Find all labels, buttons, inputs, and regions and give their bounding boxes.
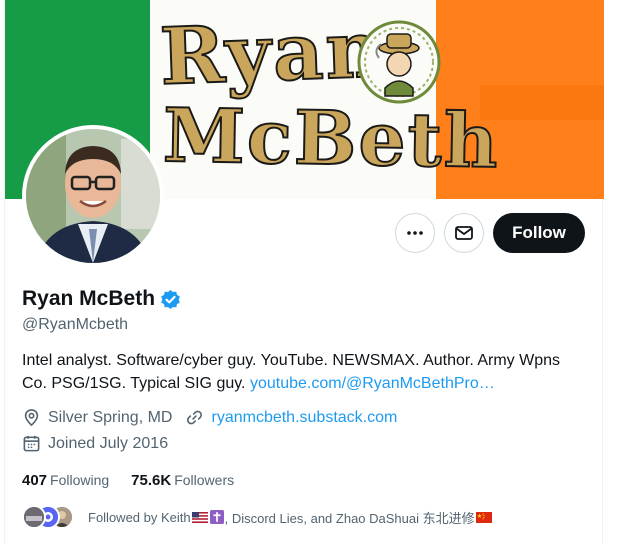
latin-cross-icon bbox=[209, 510, 224, 524]
following-label: Following bbox=[50, 472, 110, 488]
following-count: 407 bbox=[22, 472, 48, 489]
profile-stats: 407 Following 75.6K Followers bbox=[22, 472, 256, 489]
profile-joined-row: Joined July 2016 bbox=[22, 434, 168, 453]
verified-badge-icon[interactable] bbox=[160, 289, 181, 310]
display-name: Ryan McBeth bbox=[22, 287, 156, 310]
display-name-row: Ryan McBeth bbox=[22, 287, 181, 311]
profile-location: Silver Spring, MD bbox=[48, 408, 173, 426]
profile-card: Ryan McBeth Follow Ryan McBeth @RyanMcbe… bbox=[4, 0, 604, 544]
avatar-portrait-icon bbox=[26, 129, 160, 263]
profile-avatar[interactable] bbox=[22, 125, 164, 267]
followers-count: 75.6K bbox=[131, 472, 172, 489]
followed-by-row[interactable]: Followed by Keith , Discord Lies, and Zh… bbox=[22, 505, 493, 529]
profile-website-link[interactable]: ryanmcbeth.substack.com bbox=[211, 409, 397, 427]
profile-joined-date: Joined July 2016 bbox=[48, 434, 169, 452]
followers-link[interactable]: 75.6K Followers bbox=[131, 472, 234, 489]
china-flag-icon bbox=[475, 511, 492, 523]
bio-youtube-link[interactable]: youtube.com/@RyanMcBethPro… bbox=[250, 375, 495, 392]
followed-by-prefix: Followed by Keith bbox=[88, 509, 191, 525]
follow-button[interactable]: Follow bbox=[493, 213, 585, 253]
link-chain-icon bbox=[187, 410, 203, 425]
followed-by-rest: , Discord Lies, and Zhao DaShuai 东北进修 bbox=[224, 510, 475, 526]
website-group: ryanmcbeth.substack.com bbox=[185, 408, 397, 427]
us-flag-icon bbox=[191, 511, 208, 523]
message-button[interactable] bbox=[444, 213, 484, 253]
banner-logo-mcbeth: McBeth bbox=[161, 92, 501, 186]
mutual-followers-avatars bbox=[22, 505, 78, 529]
profile-bio: Intel analyst. Software/cyber guy. YouTu… bbox=[22, 349, 582, 395]
more-horizontal-icon bbox=[407, 231, 423, 235]
calendar-icon bbox=[23, 435, 40, 452]
mutual-avatar bbox=[22, 505, 46, 529]
more-options-button[interactable] bbox=[395, 213, 435, 253]
profile-meta-row: Silver Spring, MD ryanmcbeth.substack.co… bbox=[22, 408, 397, 427]
banner-mascot-badge-icon bbox=[357, 20, 441, 104]
following-link[interactable]: 407 Following bbox=[22, 472, 109, 489]
banner-logo-ryan: Ryan bbox=[157, 3, 386, 104]
profile-handle: @RyanMcbeth bbox=[22, 316, 129, 333]
followers-label: Followers bbox=[174, 472, 235, 488]
location-pin-icon bbox=[24, 409, 39, 427]
envelope-icon bbox=[455, 226, 473, 240]
